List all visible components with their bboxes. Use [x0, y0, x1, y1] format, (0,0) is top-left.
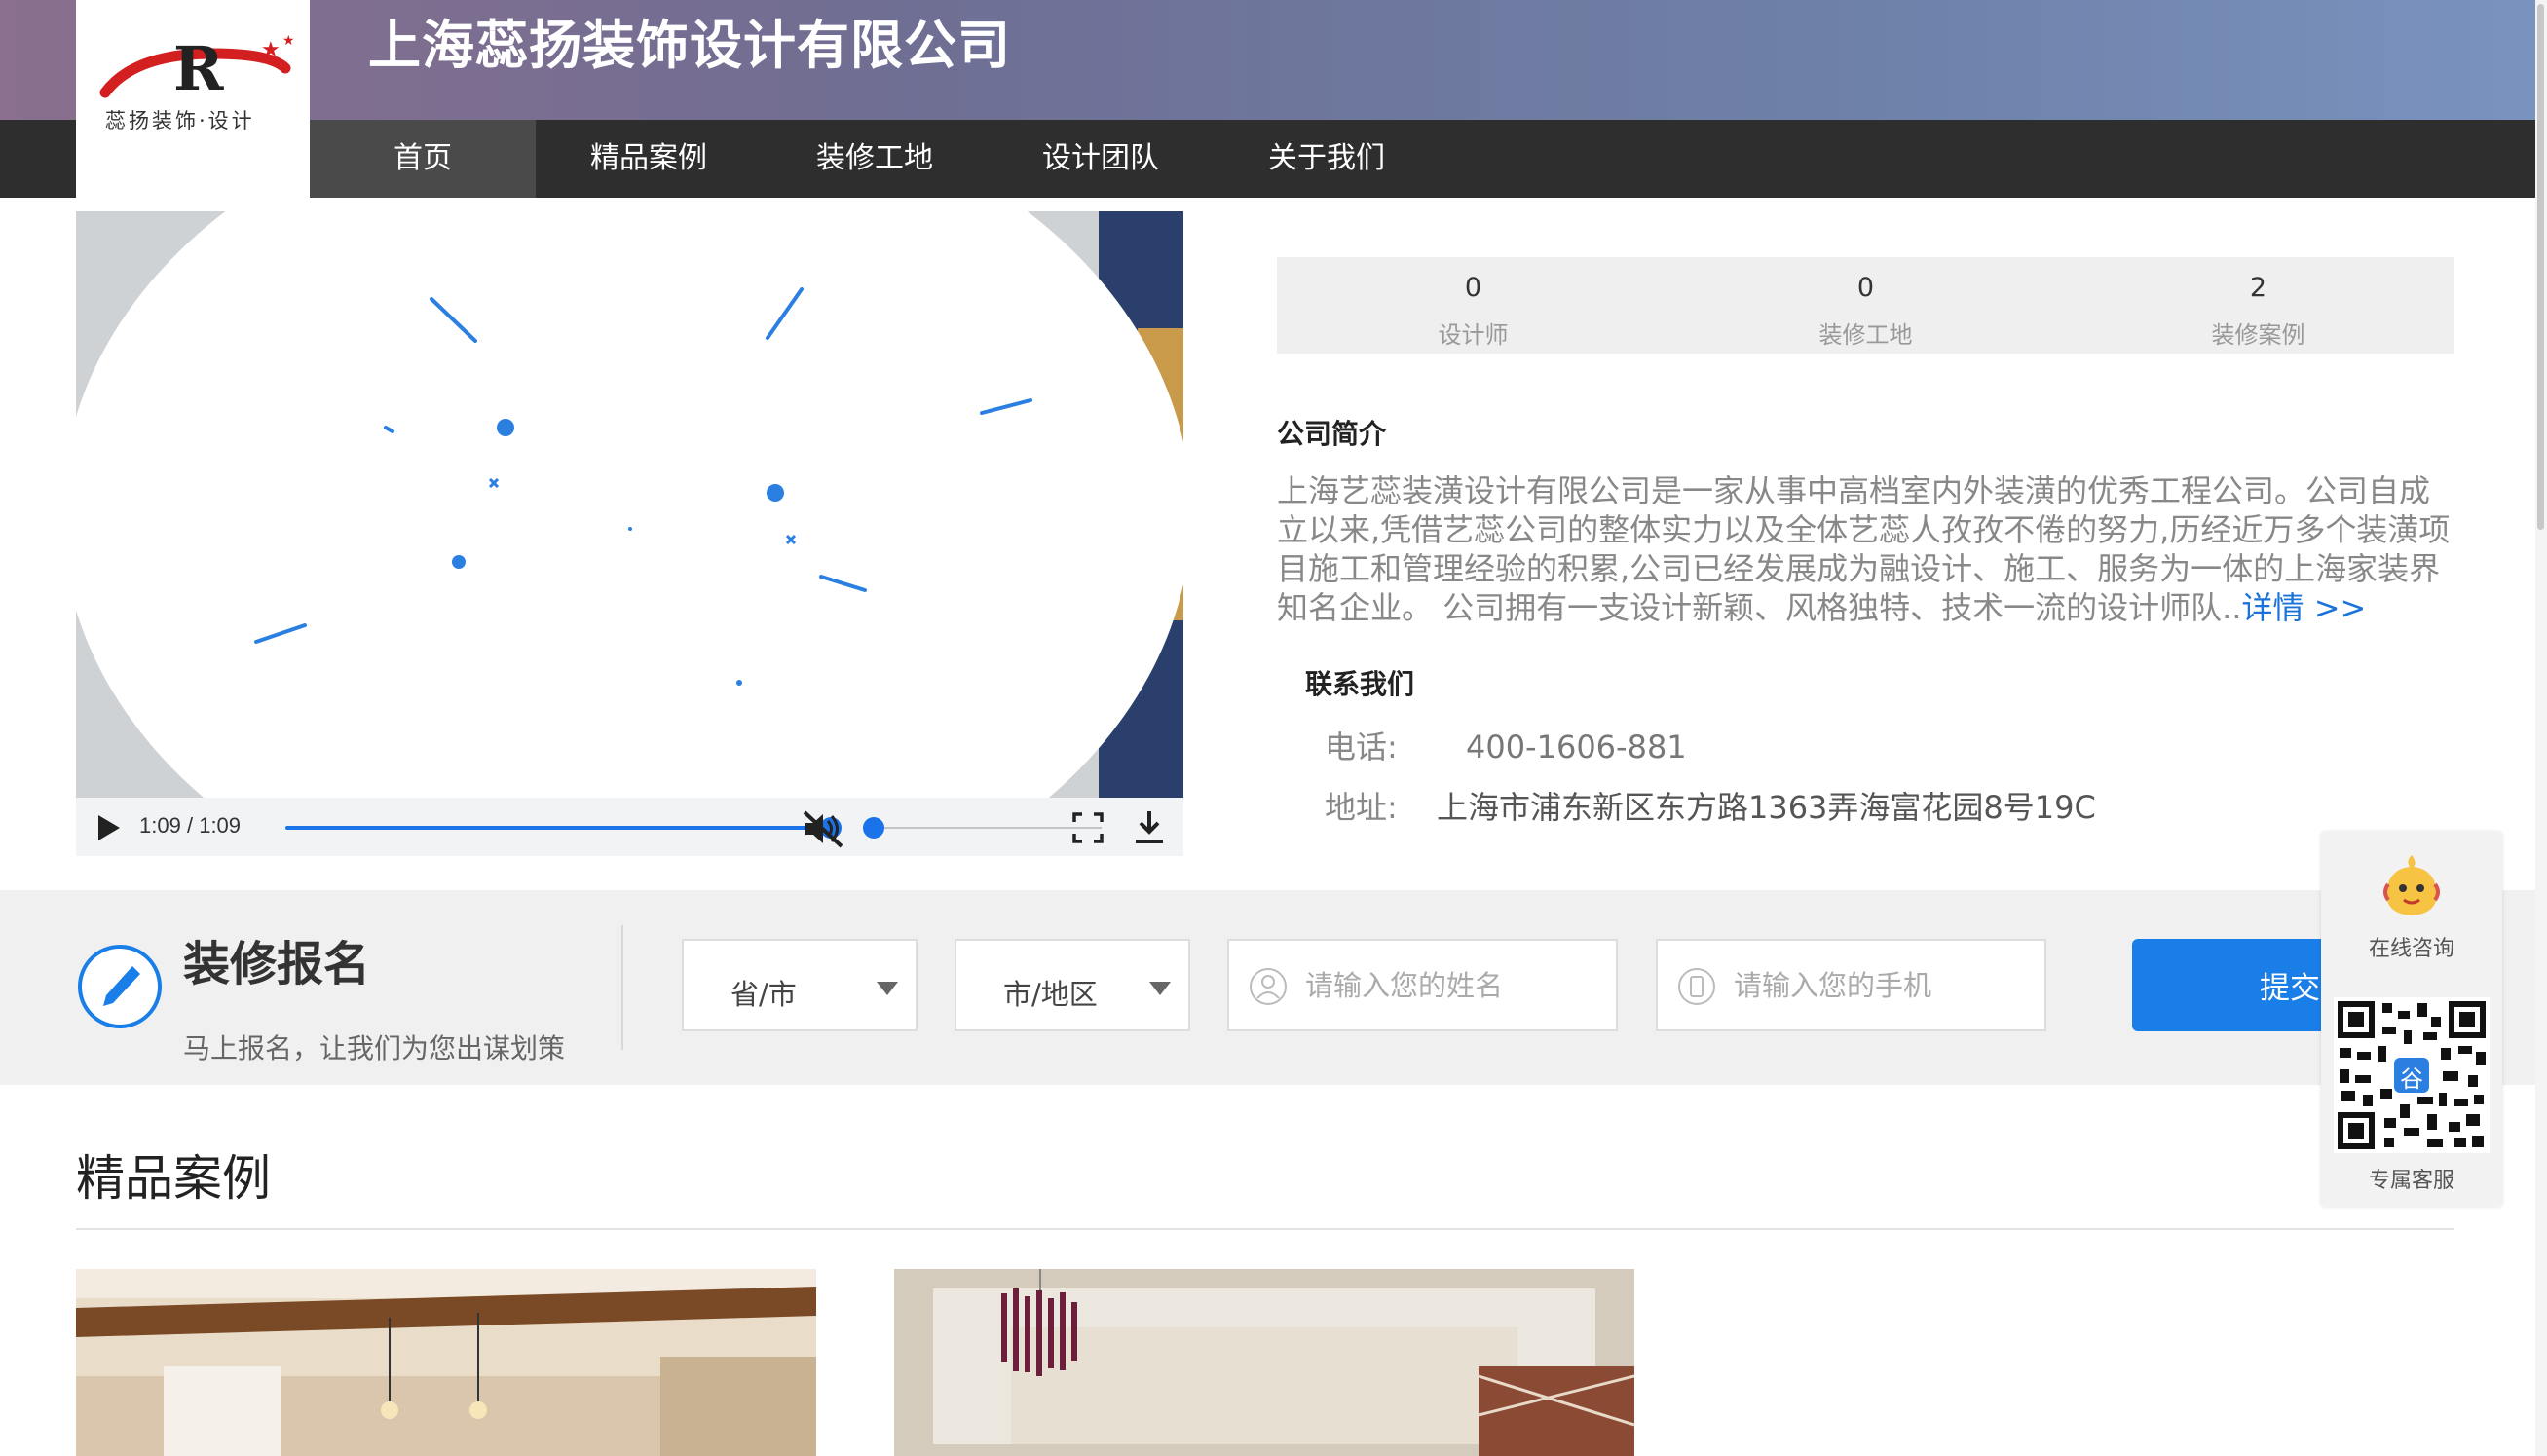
- stat-value: 2: [2249, 273, 2267, 303]
- contact-heading: 联系我们: [1305, 668, 1415, 700]
- stats-panel: 0 设计师 0 装修工地 2 装修案例: [1277, 257, 2454, 354]
- city-select-value: 市/地区: [1003, 978, 1098, 1011]
- chat-mascot-icon[interactable]: [2375, 849, 2449, 923]
- chevron-down-icon: [877, 982, 898, 995]
- volume-slider[interactable]: [863, 817, 1106, 839]
- download-icon[interactable]: [1133, 809, 1166, 846]
- user-icon: [1250, 968, 1287, 1005]
- nav-item-team[interactable]: 设计团队: [988, 120, 1214, 198]
- stat-label: 装修工地: [1818, 321, 1913, 349]
- video-time-separator: /: [186, 813, 194, 838]
- stat-value: 0: [1464, 273, 1482, 303]
- stat-designers[interactable]: 0 设计师: [1277, 257, 1669, 354]
- signup-subtitle: 马上报名，让我们为您出谋划策: [183, 1032, 566, 1064]
- case-card[interactable]: [76, 1269, 816, 1456]
- svg-text:★: ★: [282, 33, 295, 49]
- nav-item-cases[interactable]: 精品案例: [536, 120, 762, 198]
- phone-value: 400-1606-881: [1465, 728, 1687, 765]
- float-service-panel: 在线咨询 谷 专属客服: [2321, 832, 2502, 1207]
- logo-image: R ★ ★: [99, 33, 295, 104]
- signup-divider: [621, 925, 623, 1050]
- intro-more-link[interactable]: 详情 >>: [2242, 589, 2367, 626]
- stat-cases[interactable]: 2 装修案例: [2062, 257, 2454, 354]
- play-icon[interactable]: [95, 813, 123, 842]
- video-player[interactable]: 1:09 / 1:09: [76, 211, 1183, 856]
- stat-label: 设计师: [1438, 321, 1509, 349]
- svg-text:R: R: [173, 33, 224, 104]
- logo-tagline: 蕊扬装饰·设计: [105, 109, 255, 132]
- video-progress-bar[interactable]: [285, 817, 850, 839]
- video-duration: 1:09: [199, 813, 242, 838]
- pencil-circle-icon: [78, 945, 162, 1028]
- fullscreen-icon[interactable]: [1071, 811, 1105, 844]
- contact-address-row: 地址: 上海市浦东新区东方路1363弄海富花园8号19C: [1325, 783, 2096, 828]
- stat-value: 0: [1856, 273, 1875, 303]
- city-select[interactable]: 市/地区: [955, 939, 1190, 1031]
- online-consult-label[interactable]: 在线咨询: [2321, 931, 2502, 962]
- video-controls: 1:09 / 1:09: [76, 798, 1183, 856]
- video-time: 1:09 / 1:09: [139, 813, 241, 839]
- contact-phone-row: 电话: 400-1606-881: [1325, 723, 1687, 767]
- name-input[interactable]: [1305, 962, 1597, 1009]
- phone-field[interactable]: [1656, 939, 2046, 1031]
- phone-icon: [1678, 968, 1715, 1005]
- nav-item-sites[interactable]: 装修工地: [762, 120, 988, 198]
- video-poster: [76, 211, 1183, 798]
- svg-text:★: ★: [261, 38, 281, 62]
- video-current-time: 1:09: [139, 813, 181, 838]
- scrollbar-thumb[interactable]: [2537, 4, 2544, 530]
- nav-item-home[interactable]: 首页: [310, 120, 536, 198]
- name-field[interactable]: [1227, 939, 1618, 1031]
- company-title: 上海蕊扬装饰设计有限公司: [368, 15, 1011, 76]
- page: 上海蕊扬装饰设计有限公司 首页 精品案例 装修工地 设计团队 关于我们 R ★ …: [0, 0, 2547, 1456]
- cases-heading: 精品案例: [76, 1150, 271, 1207]
- video-frame: [76, 211, 1183, 798]
- qr-center-badge: 谷: [2400, 1065, 2423, 1093]
- case-card[interactable]: [894, 1269, 1634, 1456]
- signup-title: 装修报名: [183, 937, 371, 991]
- case-image: [76, 1269, 816, 1456]
- province-select-value: 省/市: [730, 978, 797, 1011]
- cases-divider: [76, 1228, 2454, 1230]
- stat-label: 装修案例: [2211, 321, 2305, 349]
- stat-sites[interactable]: 0 装修工地: [1669, 257, 2062, 354]
- phone-label: 电话:: [1325, 728, 1398, 765]
- company-logo[interactable]: R ★ ★ 蕊扬装饰·设计: [76, 0, 310, 198]
- case-image: [894, 1269, 1634, 1456]
- address-label: 地址:: [1325, 789, 1398, 826]
- address-value: 上海市浦东新区东方路1363弄海富花园8号19C: [1436, 789, 2096, 826]
- service-label[interactable]: 专属客服: [2321, 1163, 2502, 1194]
- chevron-down-icon: [1149, 982, 1171, 995]
- intro-text: 上海艺蕊装潢设计有限公司是一家从事中高档室内外装潢的优秀工程公司。公司自成立以来…: [1277, 471, 2455, 627]
- intro-heading: 公司简介: [1277, 418, 1387, 450]
- muted-speaker-icon[interactable]: [802, 809, 844, 848]
- nav-item-about[interactable]: 关于我们: [1214, 120, 1440, 198]
- province-select[interactable]: 省/市: [682, 939, 918, 1031]
- phone-input[interactable]: [1734, 962, 2026, 1009]
